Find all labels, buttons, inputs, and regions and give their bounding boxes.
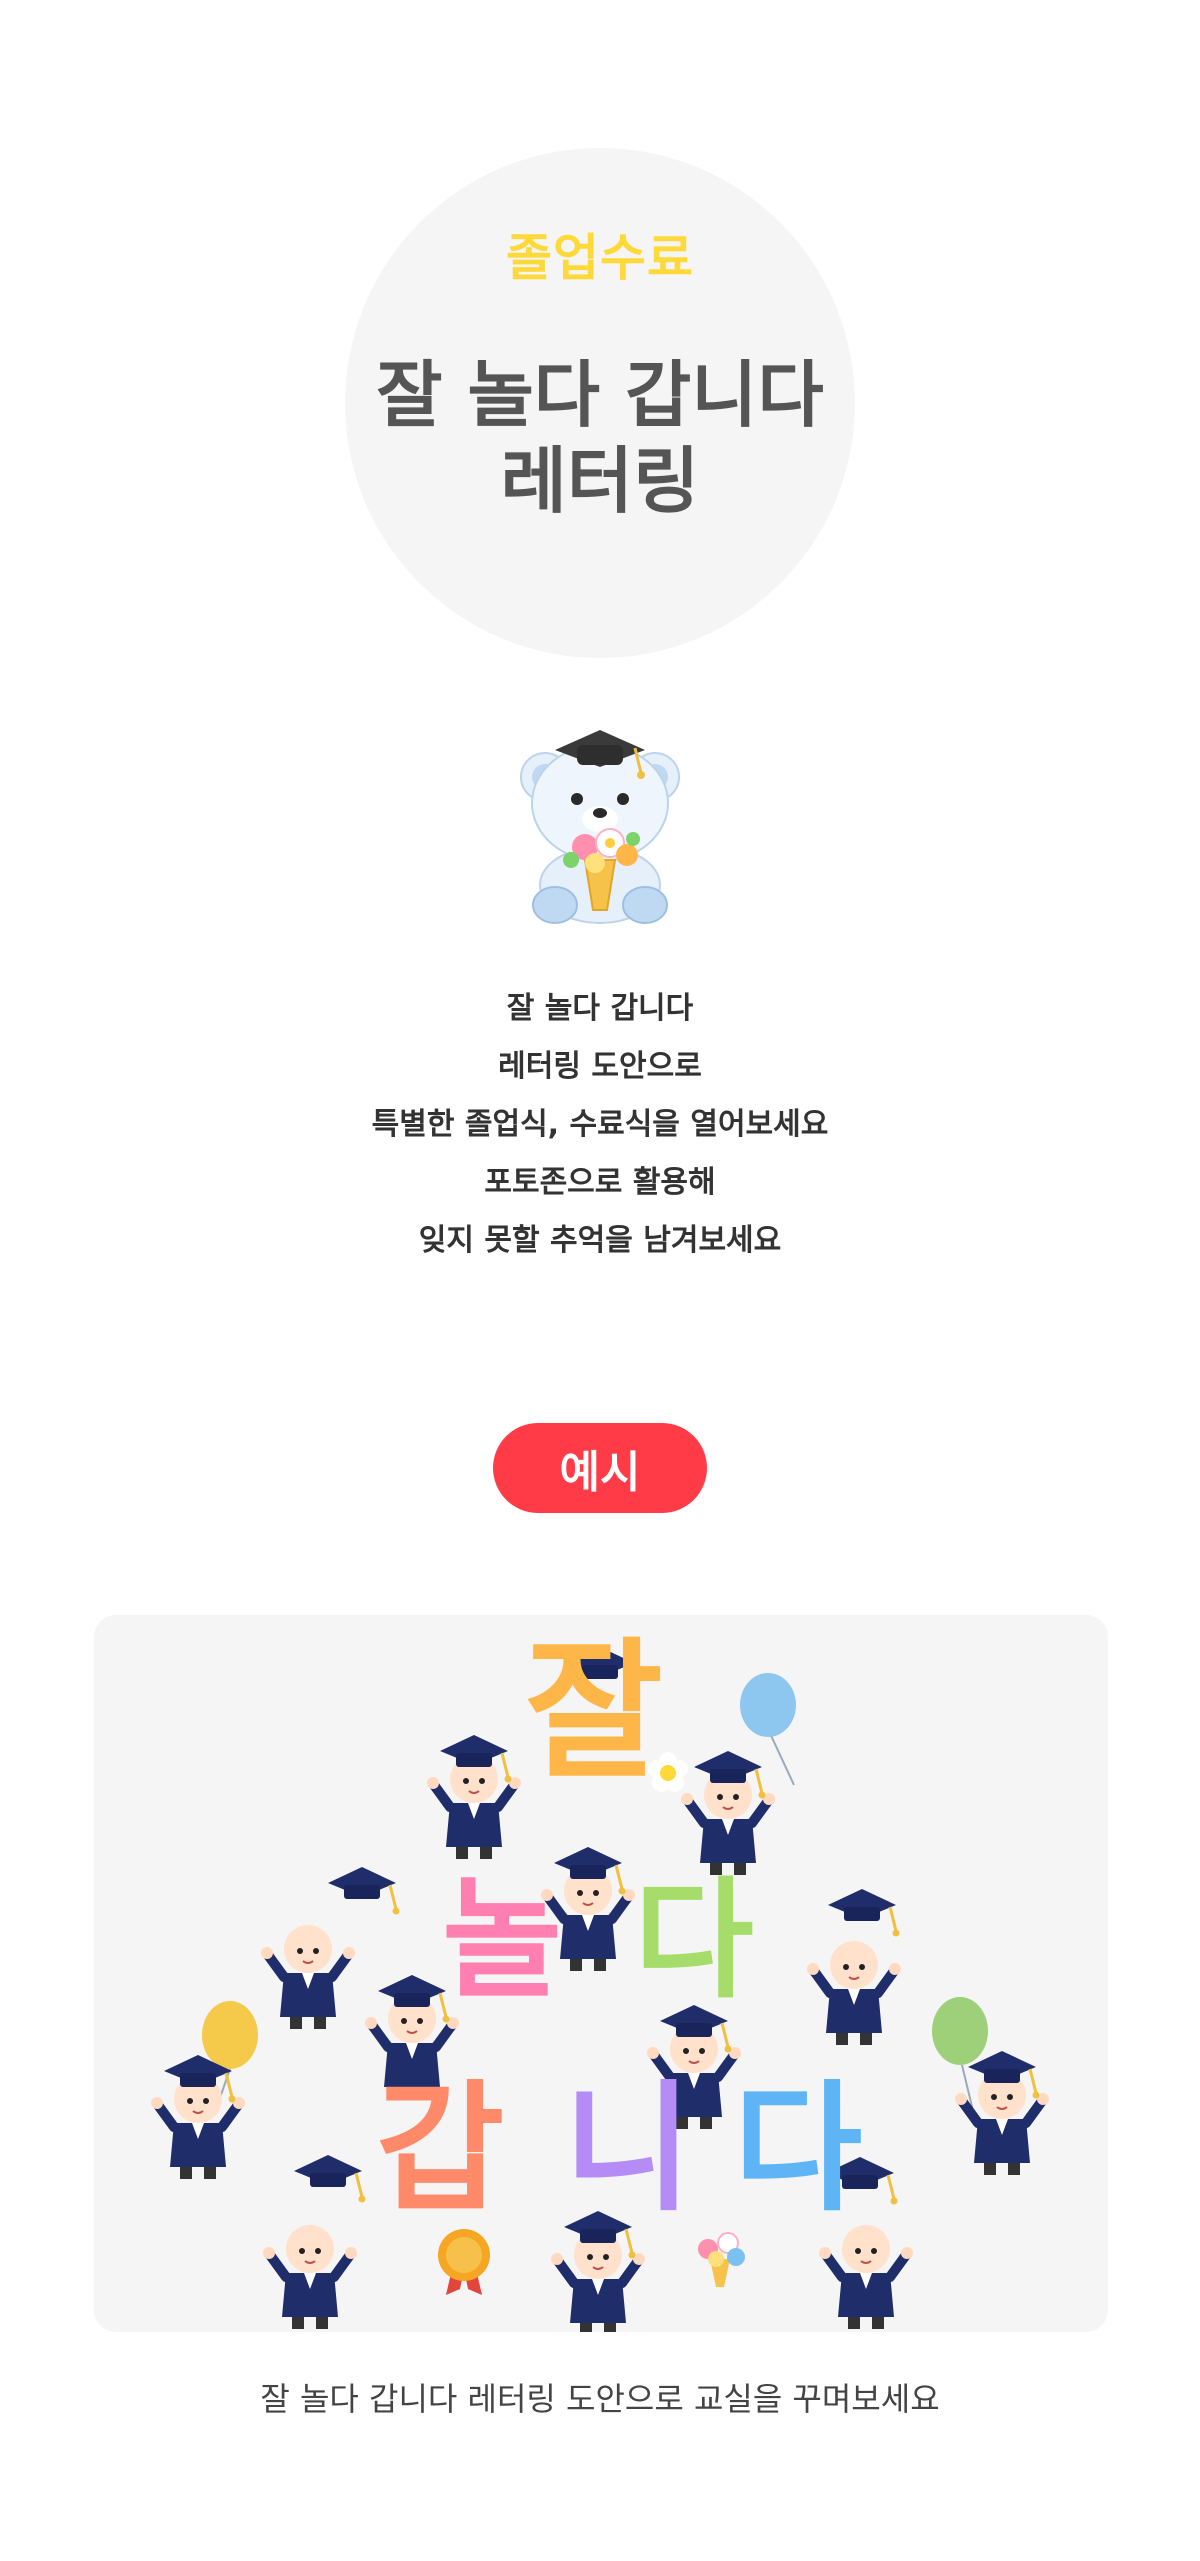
hero-title-line1: 잘 놀다 갑니다 xyxy=(376,353,824,437)
intro-line: 잘 놀다 갑니다 xyxy=(506,991,694,1026)
lettering-gap: 갑 xyxy=(376,2068,505,2231)
lettering-jal: 잘 xyxy=(525,1625,663,1799)
example-illustration: 잘 놀 다 갑 니 다 xyxy=(94,1625,1108,2332)
graduation-bear-icon xyxy=(520,730,680,924)
intro-line: 포토존으로 활용해 xyxy=(484,1165,716,1200)
intro-line: 잊지 못할 추억을 남겨보세요 xyxy=(418,1223,782,1258)
student-figure xyxy=(263,2225,357,2329)
graduation-cap-icon xyxy=(292,2153,367,2204)
graduation-cap-icon xyxy=(826,1887,901,1938)
hero-title-line2: 레터링 xyxy=(500,439,700,523)
bouquet-icon xyxy=(698,2232,745,2287)
student-figure xyxy=(261,1925,355,2029)
student-figure xyxy=(151,2053,245,2179)
intro-line: 레터링 도안으로 xyxy=(498,1049,702,1084)
student-figure xyxy=(955,2049,1049,2175)
example-panel: 잘 놀 다 갑 니 다 xyxy=(94,1615,1108,2332)
intro-line: 특별한 졸업식, 수료식을 열어보세요 xyxy=(371,1107,829,1142)
hero-eyebrow: 졸업수료 xyxy=(506,229,694,287)
hero-title: 잘 놀다 갑니다 레터링 xyxy=(345,352,855,524)
student-figure xyxy=(807,1941,901,2045)
lettering-ni: 니 xyxy=(564,2068,693,2231)
student-figure xyxy=(427,1733,521,1859)
example-caption: 잘 놀다 갑니다 레터링 도안으로 교실을 꾸며보세요 xyxy=(260,2380,940,2418)
example-badge: 예시 xyxy=(493,1423,707,1513)
medal-icon xyxy=(438,2229,490,2295)
intro-text: 잘 놀다 갑니다 레터링 도안으로 특별한 졸업식, 수료식을 열어보세요 포토… xyxy=(0,980,1200,1270)
lettering-nol: 놀 xyxy=(442,1864,562,2016)
student-figure xyxy=(819,2225,913,2329)
lettering-da-row2: 다 xyxy=(634,1864,754,2016)
lettering-da-row3: 다 xyxy=(734,2068,863,2231)
graduation-cap-icon xyxy=(326,1865,401,1916)
student-figure xyxy=(681,1749,775,1875)
